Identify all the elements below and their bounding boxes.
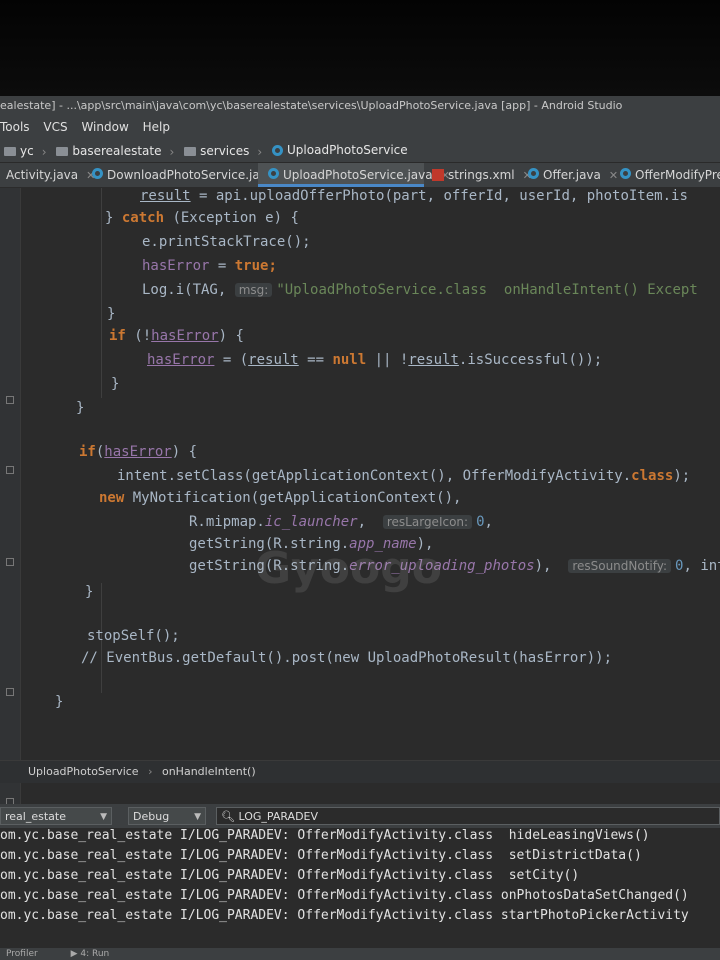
xml-file-icon xyxy=(432,169,444,181)
log-line: om.yc.base_real_estate I/LOG_PARADEV: Of… xyxy=(0,828,650,843)
log-line: om.yc.base_real_estate I/LOG_PARADEV: Of… xyxy=(0,848,642,863)
logcat-toolbar: real_estate (10865)▼ Debug▼ 🔍︎ LOG_PARAD… xyxy=(0,804,720,841)
profiler-tab[interactable]: Profiler xyxy=(6,949,38,959)
log-filter-input[interactable]: 🔍︎ LOG_PARADEV xyxy=(216,807,720,825)
navigation-bar: yc › baserealestate › services › UploadP… xyxy=(0,138,720,163)
code-line: intent.setClass(getApplicationContext(),… xyxy=(117,468,691,484)
tab-strings-xml[interactable]: strings.xml ✕ xyxy=(426,163,532,187)
class-icon xyxy=(268,168,279,179)
tab-activity[interactable]: Activity.java ✕ xyxy=(0,163,95,187)
code-line: if (!hasError) { xyxy=(109,328,244,344)
tab-uploadphotoservice[interactable]: UploadPhotoService.java ✕ xyxy=(258,163,450,187)
chevron-right-icon: › xyxy=(257,144,263,159)
code-line: e.printStackTrace(); xyxy=(142,234,311,250)
chevron-right-icon: › xyxy=(41,144,47,159)
logcat-output[interactable]: om.yc.base_real_estate I/LOG_PARADEV: Of… xyxy=(0,828,720,948)
class-icon xyxy=(92,168,103,179)
folder-icon xyxy=(184,146,197,156)
editor-gutter xyxy=(0,188,21,850)
class-icon xyxy=(620,168,631,179)
code-line: Log.i(TAG, msg: "UploadPhotoService.class… xyxy=(142,282,698,298)
menu-tools[interactable]: Tools xyxy=(0,116,30,138)
code-line: } xyxy=(85,584,94,600)
code-line: } xyxy=(76,400,85,416)
code-crumb-method[interactable]: onHandleIntent() xyxy=(162,765,256,778)
fold-marker-icon[interactable] xyxy=(6,558,14,566)
search-icon: 🔍︎ xyxy=(221,810,235,823)
fold-marker-icon[interactable] xyxy=(6,688,14,696)
folder-icon xyxy=(56,146,69,156)
code-line: } catch (Exception e) { xyxy=(105,210,299,226)
folder-icon xyxy=(4,146,16,156)
nav-crumb-baserealestate[interactable]: baserealestate xyxy=(52,139,161,163)
log-line: om.yc.base_real_estate I/LOG_PARADEV: Of… xyxy=(0,868,580,883)
code-line: stopSelf(); xyxy=(87,628,180,644)
code-line: } xyxy=(111,376,120,392)
code-line: } xyxy=(55,694,64,710)
run-tab[interactable]: ▶ 4: Run xyxy=(71,949,110,959)
chevron-right-icon: › xyxy=(169,144,175,159)
log-line: om.yc.base_real_estate I/LOG_PARADEV: Of… xyxy=(0,888,689,903)
fold-marker-icon[interactable] xyxy=(6,396,14,404)
menu-help[interactable]: Help xyxy=(143,116,170,138)
log-level-select[interactable]: Debug ▼ xyxy=(128,807,206,825)
indent-guide xyxy=(101,188,102,398)
code-line: new MyNotification(getApplicationContext… xyxy=(99,490,462,506)
tab-offer[interactable]: Offer.java ✕ xyxy=(518,163,618,187)
code-line: } xyxy=(107,306,116,322)
class-icon xyxy=(272,144,284,156)
tab-downloadphotoservice[interactable]: DownloadPhotoService.java✕ xyxy=(82,163,291,187)
class-icon xyxy=(528,168,539,179)
watermark-logo: Gyoogo xyxy=(255,543,442,594)
parameter-hint: msg: xyxy=(234,283,273,297)
window-title: ealestate] - ...\app\src\main\java\com\y… xyxy=(0,96,720,116)
fold-marker-icon[interactable] xyxy=(6,466,14,474)
parameter-hint: resLargeIcon: xyxy=(382,515,473,529)
chevron-down-icon: ▼ xyxy=(100,812,107,822)
code-crumb-class[interactable]: UploadPhotoService xyxy=(28,765,139,778)
code-line: if(hasError) { xyxy=(79,444,198,460)
ide-window: ealestate] - ...\app\src\main\java\com\y… xyxy=(0,96,720,960)
chevron-right-icon: › xyxy=(148,765,153,778)
menu-window[interactable]: Window xyxy=(81,116,128,138)
tab-offermodifypresenter[interactable]: OfferModifyPresen xyxy=(610,163,720,187)
process-select[interactable]: real_estate (10865)▼ xyxy=(0,807,112,841)
menu-vcs[interactable]: VCS xyxy=(43,116,67,138)
monitor-bezel xyxy=(0,0,720,96)
code-line: result = api.uploadOfferPhoto(part, offe… xyxy=(140,188,688,204)
menu-bar: Tools VCS Window Help xyxy=(0,116,720,138)
code-line: R.mipmap.ic_launcher, resLargeIcon: 0, xyxy=(189,514,493,530)
code-comment: // EventBus.getDefault().post(new Upload… xyxy=(81,650,613,666)
log-line: om.yc.base_real_estate I/LOG_PARADEV: Of… xyxy=(0,908,689,923)
nav-crumb-uploadphotoservice[interactable]: UploadPhotoService xyxy=(268,138,408,162)
parameter-hint: resSoundNotify: xyxy=(568,559,672,573)
code-breadcrumb: UploadPhotoService › onHandleIntent() xyxy=(0,760,720,783)
tool-window-bar: Profiler ▶ 4: Run xyxy=(0,948,720,960)
nav-crumb-services[interactable]: services xyxy=(180,139,249,163)
nav-crumb-yc[interactable]: yc xyxy=(0,139,34,163)
editor-tabs: Activity.java ✕ DownloadPhotoService.java… xyxy=(0,163,720,187)
code-line: hasError = (result == null || !result.is… xyxy=(147,352,603,368)
code-line: hasError = true; xyxy=(142,258,277,274)
chevron-down-icon: ▼ xyxy=(194,812,201,822)
code-editor[interactable]: result = api.uploadOfferPhoto(part, offe… xyxy=(21,188,720,850)
